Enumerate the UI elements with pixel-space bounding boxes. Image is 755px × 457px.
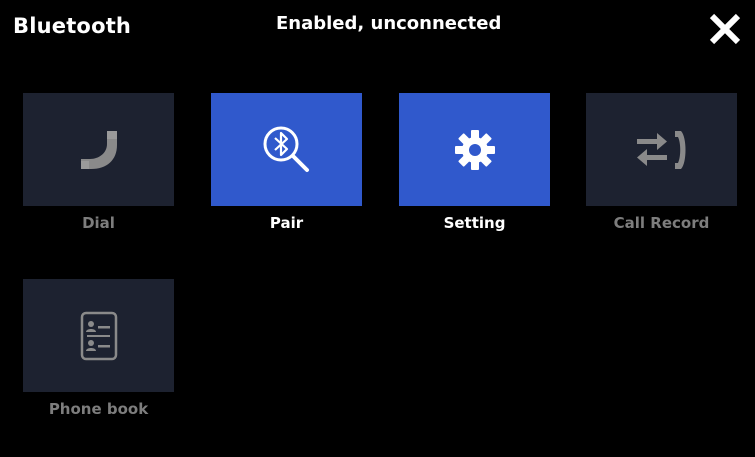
phone-book-tile[interactable]: Phone book bbox=[23, 279, 174, 418]
call-record-label: Call Record bbox=[613, 214, 710, 232]
setting-tile[interactable]: Setting bbox=[399, 93, 550, 232]
gear-icon bbox=[454, 129, 495, 170]
connection-status: Enabled, unconnected bbox=[276, 13, 502, 34]
phone-book-button[interactable] bbox=[23, 279, 174, 392]
bluetooth-search-icon bbox=[263, 126, 309, 172]
dial-label: Dial bbox=[82, 214, 115, 232]
setting-label: Setting bbox=[443, 214, 506, 232]
page-title: Bluetooth bbox=[13, 14, 132, 38]
phone-book-label: Phone book bbox=[48, 400, 149, 418]
close-button[interactable] bbox=[708, 12, 742, 46]
setting-button[interactable] bbox=[399, 93, 550, 206]
pair-label: Pair bbox=[269, 214, 304, 232]
phone-icon bbox=[80, 130, 117, 169]
bluetooth-screen: Bluetooth Enabled, unconnected Dial Pair bbox=[4, 0, 755, 457]
call-record-button[interactable] bbox=[586, 93, 737, 206]
contacts-icon bbox=[80, 311, 117, 360]
dial-tile[interactable]: Dial bbox=[23, 93, 174, 232]
close-icon bbox=[709, 13, 741, 45]
dial-button[interactable] bbox=[23, 93, 174, 206]
pair-button[interactable] bbox=[211, 93, 362, 206]
call-record-tile[interactable]: Call Record bbox=[586, 93, 737, 232]
call-transfer-icon bbox=[636, 130, 685, 169]
pair-tile[interactable]: Pair bbox=[211, 93, 362, 232]
